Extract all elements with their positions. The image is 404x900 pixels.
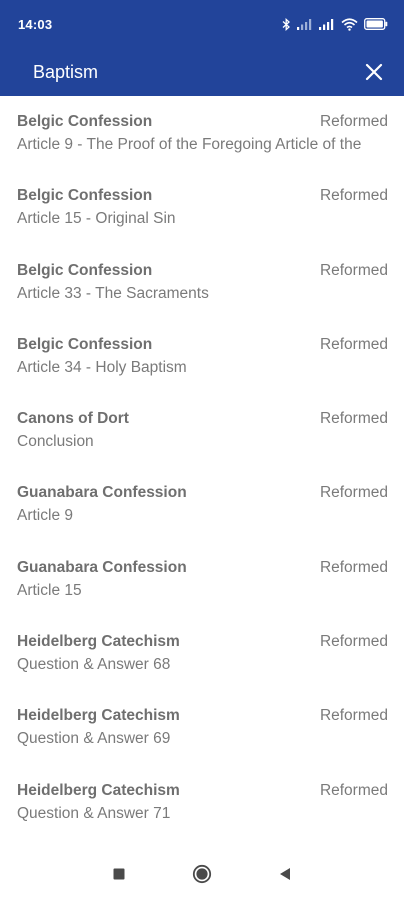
item-tag: Reformed (319, 484, 388, 502)
list-item[interactable]: Canons of Dort Reformed Conclusion (0, 393, 404, 467)
result-list: Belgic Confession Reformed Article 9 - T… (0, 96, 404, 846)
item-tag: Reformed (319, 113, 388, 130)
item-tag: Reformed (319, 558, 388, 576)
item-title: Belgic Confession (17, 261, 153, 279)
list-item[interactable]: Heidelberg Catechism Reformed Question &… (0, 616, 404, 690)
recents-icon (113, 868, 125, 880)
close-icon (365, 63, 383, 81)
home-button[interactable] (191, 863, 213, 885)
item-tag: Reformed (319, 187, 388, 205)
list-item[interactable]: Heidelberg Catechism Reformed Question &… (0, 690, 404, 764)
item-title: Belgic Confession (17, 113, 153, 130)
item-tag: Reformed (319, 633, 388, 651)
bluetooth-icon (282, 17, 290, 31)
list-item[interactable]: Belgic Confession Reformed Article 9 - T… (0, 96, 404, 170)
list-item[interactable]: Guanabara Confession Reformed Article 9 (0, 467, 404, 541)
signal-icon (297, 19, 312, 30)
close-button[interactable] (360, 58, 388, 86)
list-item[interactable]: Belgic Confession Reformed Article 15 - … (0, 170, 404, 244)
app-bar: Baptism (0, 48, 404, 96)
item-tag: Reformed (319, 707, 388, 725)
wifi-icon (341, 17, 358, 31)
item-tag: Reformed (319, 335, 388, 353)
navigation-bar (0, 846, 404, 900)
status-icons (282, 17, 388, 31)
item-subtitle: Question & Answer 68 (17, 656, 171, 674)
signal-icon (319, 19, 334, 30)
item-subtitle: Question & Answer 69 (17, 730, 171, 748)
item-title: Belgic Confession (17, 335, 153, 353)
list-item[interactable]: Belgic Confession Reformed Article 33 - … (0, 245, 404, 319)
item-title: Guanabara Confession (17, 558, 187, 576)
item-title: Guanabara Confession (17, 484, 187, 502)
status-time: 14:03 (18, 16, 53, 32)
item-tag: Reformed (319, 410, 388, 428)
item-subtitle: Article 34 - Holy Baptism (17, 358, 187, 376)
item-title: Heidelberg Catechism (17, 781, 180, 799)
item-subtitle: Article 15 (17, 581, 82, 599)
item-title: Heidelberg Catechism (17, 633, 180, 651)
back-button[interactable] (274, 863, 296, 885)
item-tag: Reformed (319, 781, 388, 799)
item-subtitle: Article 9 (17, 507, 73, 525)
item-tag: Reformed (319, 261, 388, 279)
back-icon (280, 868, 290, 880)
item-title: Heidelberg Catechism (17, 707, 180, 725)
item-title: Canons of Dort (17, 410, 129, 428)
list-item[interactable]: Heidelberg Catechism Reformed Question &… (0, 765, 404, 839)
item-subtitle: Question & Answer 71 (17, 804, 171, 822)
list-item[interactable]: Belgic Confession Reformed Article 34 - … (0, 319, 404, 393)
home-icon (192, 864, 212, 884)
item-subtitle: Article 15 - Original Sin (17, 210, 176, 228)
page-title: Baptism (33, 61, 99, 82)
item-title: Belgic Confession (17, 187, 153, 205)
item-subtitle: Conclusion (17, 433, 94, 451)
item-subtitle: Article 33 - The Sacraments (17, 284, 209, 302)
status-bar: 14:03 (0, 0, 404, 48)
item-subtitle: Article 9 - The Proof of the Foregoing A… (17, 136, 362, 153)
battery-icon (364, 18, 388, 30)
list-item[interactable]: Guanabara Confession Reformed Article 15 (0, 542, 404, 616)
recents-button[interactable] (108, 863, 130, 885)
